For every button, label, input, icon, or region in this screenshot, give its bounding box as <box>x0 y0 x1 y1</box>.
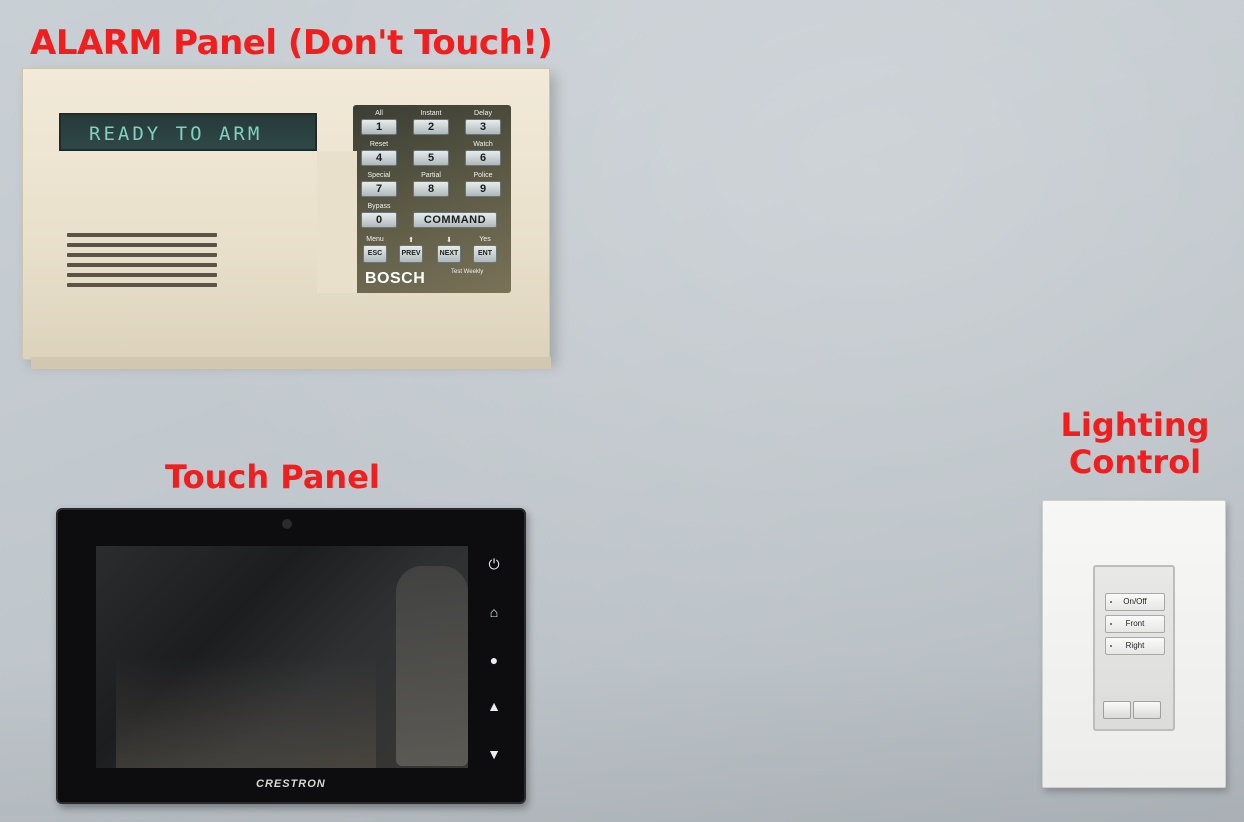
down-arrow-icon[interactable]: ▼ <box>484 744 504 764</box>
alarm-display-text: READY TO ARM <box>89 123 263 145</box>
keypad-key-8[interactable]: 8 <box>413 181 449 197</box>
indicator-led <box>1110 623 1112 625</box>
up-arrow-icon[interactable]: ▲ <box>484 696 504 716</box>
alarm-panel-bottom-edge <box>31 357 551 369</box>
keypad-key-4[interactable]: 4 <box>361 150 397 166</box>
keypad-key-2[interactable]: 2 <box>413 119 449 135</box>
speaker-slot <box>67 243 217 247</box>
keypad-key-7[interactable]: 7 <box>361 181 397 197</box>
keypad-key-caption: Special <box>367 172 391 179</box>
speaker-slot <box>67 283 217 287</box>
keypad-key-3[interactable]: 3 <box>465 119 501 135</box>
front-label: Front <box>1125 619 1145 628</box>
dim-up-button[interactable] <box>1133 701 1161 719</box>
right-button[interactable]: Right <box>1105 637 1165 655</box>
keypad-key-caption: Watch <box>473 141 493 148</box>
keypad-key-0[interactable]: 0 <box>361 212 397 228</box>
alarm-display: READY TO ARM <box>59 113 317 151</box>
dim-down-button[interactable] <box>1103 701 1131 719</box>
keypad-key-caption: Police <box>473 172 493 179</box>
keypad-key-caption: All <box>375 110 383 117</box>
keypad-key-caption: Bypass <box>367 203 391 210</box>
keypad-key-prev[interactable]: PREV <box>399 245 423 263</box>
bosch-logo: BOSCH <box>365 270 426 287</box>
on-off-label: On/Off <box>1123 597 1147 606</box>
keypad-key-caption: Instant <box>420 110 442 117</box>
keypad-key-caption: Reset <box>369 141 389 148</box>
keypad-key-next[interactable]: NEXT <box>437 245 461 263</box>
lighting-control-caption: Lighting Control <box>1060 407 1210 481</box>
front-button[interactable]: Front <box>1105 615 1165 633</box>
speaker-slot <box>67 263 217 267</box>
screen-reflection-floor <box>116 656 376 768</box>
touch-panel-caption: Touch Panel <box>165 458 380 496</box>
lighting-control-wallplate: On/Off Front Right <box>1042 500 1226 788</box>
speaker-slot <box>67 273 217 277</box>
indicator-led <box>1110 601 1112 603</box>
keypad-key-esc[interactable]: ESC <box>363 245 387 263</box>
touch-panel-screen[interactable] <box>96 546 468 768</box>
keypad-key-6[interactable]: 6 <box>465 150 501 166</box>
keypad-key-ent[interactable]: ENT <box>473 245 497 263</box>
crestron-logo: CRESTRON <box>256 778 326 790</box>
keypad-corner-cutout <box>317 151 357 293</box>
right-label: Right <box>1125 641 1145 650</box>
keypad-key-1[interactable]: 1 <box>361 119 397 135</box>
alarm-keypad: 1 All 2 Instant 3 Delay 4 Reset 5 6 Watch 7 Special 8… <box>353 105 511 293</box>
power-icon[interactable]: ⏻ <box>484 554 504 574</box>
indicator-led <box>1110 645 1112 647</box>
screen-reflection-chair <box>396 566 468 766</box>
lighting-caption-line-1: Lighting <box>1060 406 1210 444</box>
speaker-slot <box>67 233 217 237</box>
camera-lens <box>282 519 292 529</box>
keypad-key-caption: Partial <box>421 172 441 179</box>
home-icon[interactable]: ⌂ <box>484 602 504 622</box>
touch-panel[interactable]: ⏻ ⌂ ● ▲ ▼ CRESTRON <box>56 508 526 804</box>
speaker-slot <box>67 253 217 257</box>
keypad-key-command[interactable]: COMMAND <box>413 212 497 228</box>
keypad-key-9[interactable]: 9 <box>465 181 501 197</box>
lighting-keypad: On/Off Front Right <box>1093 565 1175 731</box>
on-off-button[interactable]: On/Off <box>1105 593 1165 611</box>
light-bulb-icon[interactable]: ● <box>484 650 504 670</box>
keypad-key-caption: Yes <box>479 236 491 243</box>
keypad-key-5[interactable]: 5 <box>413 150 449 166</box>
alarm-panel: READY TO ARM 1 All 2 Instant 3 Delay 4 Reset 5 6 W… <box>22 68 551 369</box>
keypad-key-caption: Delay <box>474 110 492 117</box>
test-weekly-note: Test Weekly <box>451 269 484 275</box>
alarm-panel-caption: ALARM Panel (Don't Touch!) <box>30 23 553 63</box>
lighting-caption-line-2: Control <box>1068 442 1202 481</box>
